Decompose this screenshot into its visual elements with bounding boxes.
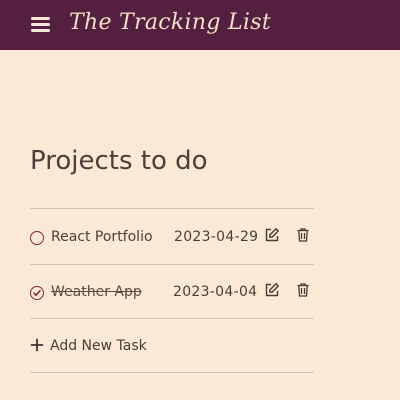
task-name: React Portfolio: [51, 229, 153, 245]
trash-icon[interactable]: [295, 282, 311, 298]
task-name: Weather App: [51, 284, 142, 300]
plus-icon: [30, 337, 44, 352]
top-bar: The Tracking List: [0, 0, 400, 50]
trash-icon[interactable]: [295, 227, 311, 243]
divider: [30, 318, 314, 319]
task-row: Weather App 2023-04-04: [30, 278, 314, 308]
add-task-label: Add New Task: [50, 338, 147, 354]
add-task-button[interactable]: Add New Task: [30, 334, 314, 358]
task-row: React Portfolio 2023-04-29: [30, 223, 314, 253]
divider: [30, 264, 314, 265]
edit-icon[interactable]: [264, 227, 280, 243]
task-date: 2023-04-04: [173, 284, 258, 300]
divider: [30, 208, 314, 209]
divider: [30, 372, 314, 373]
hamburger-menu-icon[interactable]: [31, 17, 50, 32]
task-date: 2023-04-29: [174, 229, 259, 245]
edit-icon[interactable]: [264, 282, 280, 298]
app-title: The Tracking List: [69, 10, 271, 35]
check-circle-icon[interactable]: [30, 286, 44, 300]
circle-icon[interactable]: [30, 231, 44, 245]
page-title: Projects to do: [30, 146, 208, 176]
